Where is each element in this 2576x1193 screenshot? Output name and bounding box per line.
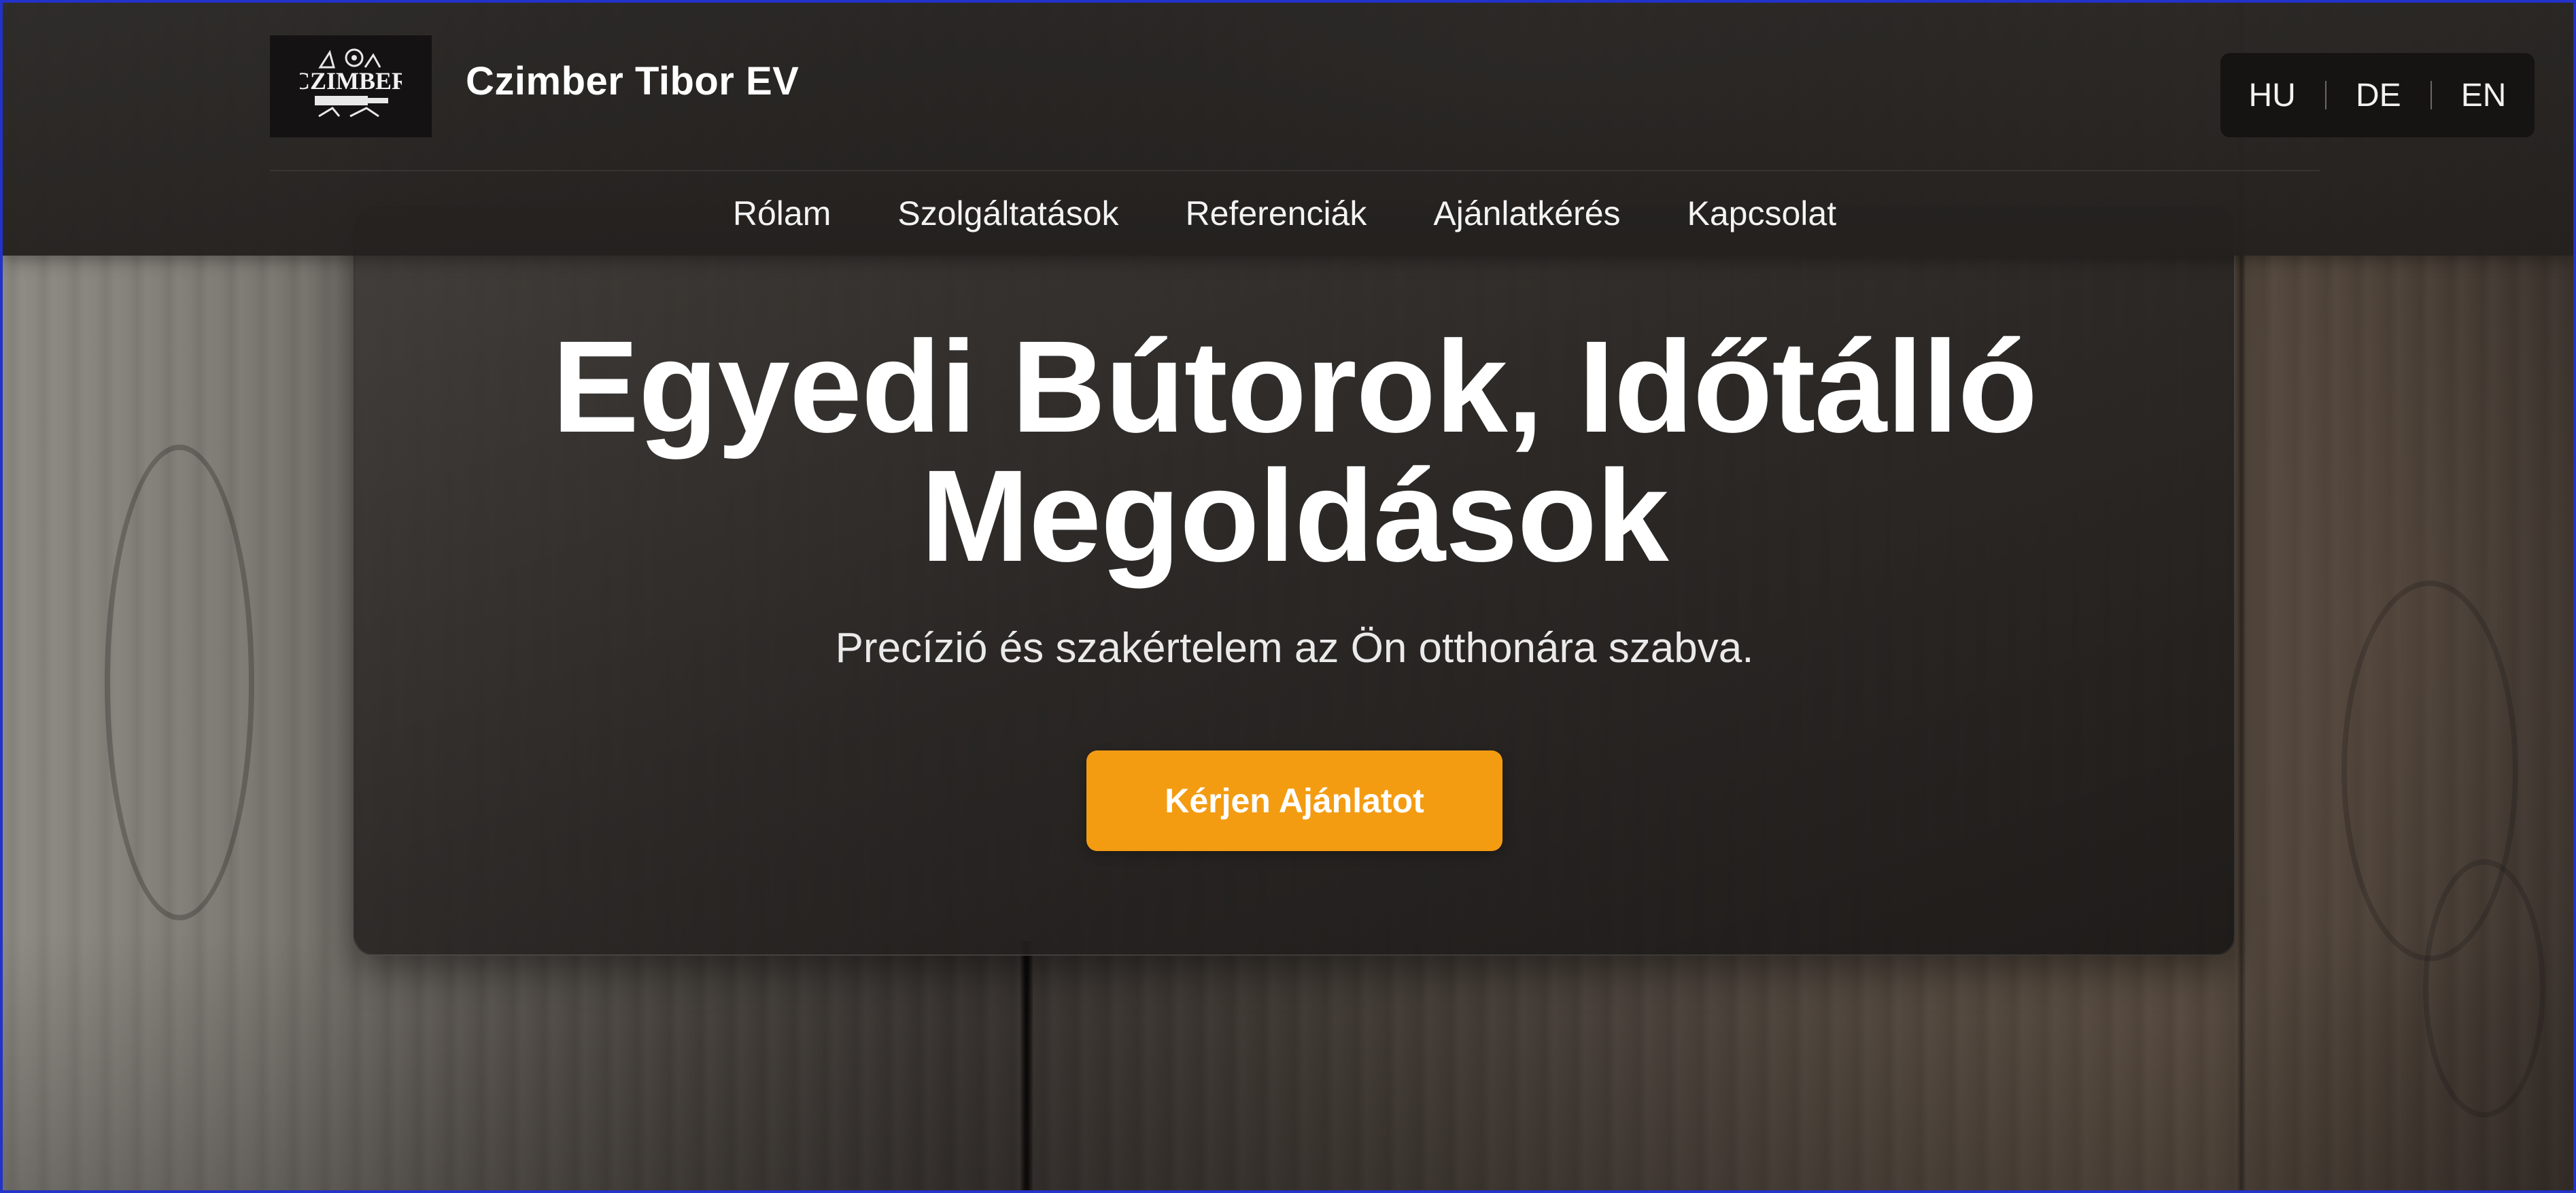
hero-title: Egyedi Bútorok, Időtálló Megoldások — [354, 322, 2235, 581]
brand-name[interactable]: Czimber Tibor EV — [466, 58, 799, 104]
header-divider — [270, 170, 2320, 171]
nav-item-references[interactable]: Referenciák — [1186, 194, 1367, 233]
background-shade — [3, 932, 2573, 1190]
logo[interactable]: CZIMBER — [270, 35, 432, 137]
lang-hu-button[interactable]: HU — [2249, 77, 2296, 114]
main-nav: Rólam Szolgáltatások Referenciák Ajánlat… — [3, 186, 2573, 241]
nav-item-quote-request[interactable]: Ajánlatkérés — [1433, 194, 1620, 233]
hero-title-line2: Megoldások — [921, 443, 1669, 589]
lang-en-button[interactable]: EN — [2461, 77, 2507, 114]
lang-separator — [2430, 81, 2432, 109]
page: CZIMBER Czimber Tibor EV HU DE EN Rólam … — [0, 0, 2576, 1193]
logo-text: CZIMBER — [300, 67, 402, 94]
wood-grain-decoration — [105, 445, 254, 920]
hero-subtitle: Precízió és szakértelem az Ön otthonára … — [835, 625, 1754, 672]
hero-title-line1: Egyedi Bútorok, Időtálló — [551, 313, 2038, 460]
lang-separator — [2324, 81, 2326, 109]
carpentry-logo-icon: CZIMBER — [300, 48, 402, 118]
nav-item-about[interactable]: Rólam — [733, 194, 831, 233]
site-header: CZIMBER Czimber Tibor EV HU DE EN Rólam … — [3, 3, 2573, 256]
nav-item-contact[interactable]: Kapcsolat — [1687, 194, 1837, 233]
lang-de-button[interactable]: DE — [2356, 77, 2401, 114]
request-quote-button[interactable]: Kérjen Ajánlatot — [1086, 750, 1502, 851]
nav-item-services[interactable]: Szolgáltatások — [897, 194, 1118, 233]
language-switcher: HU DE EN — [2220, 53, 2535, 137]
